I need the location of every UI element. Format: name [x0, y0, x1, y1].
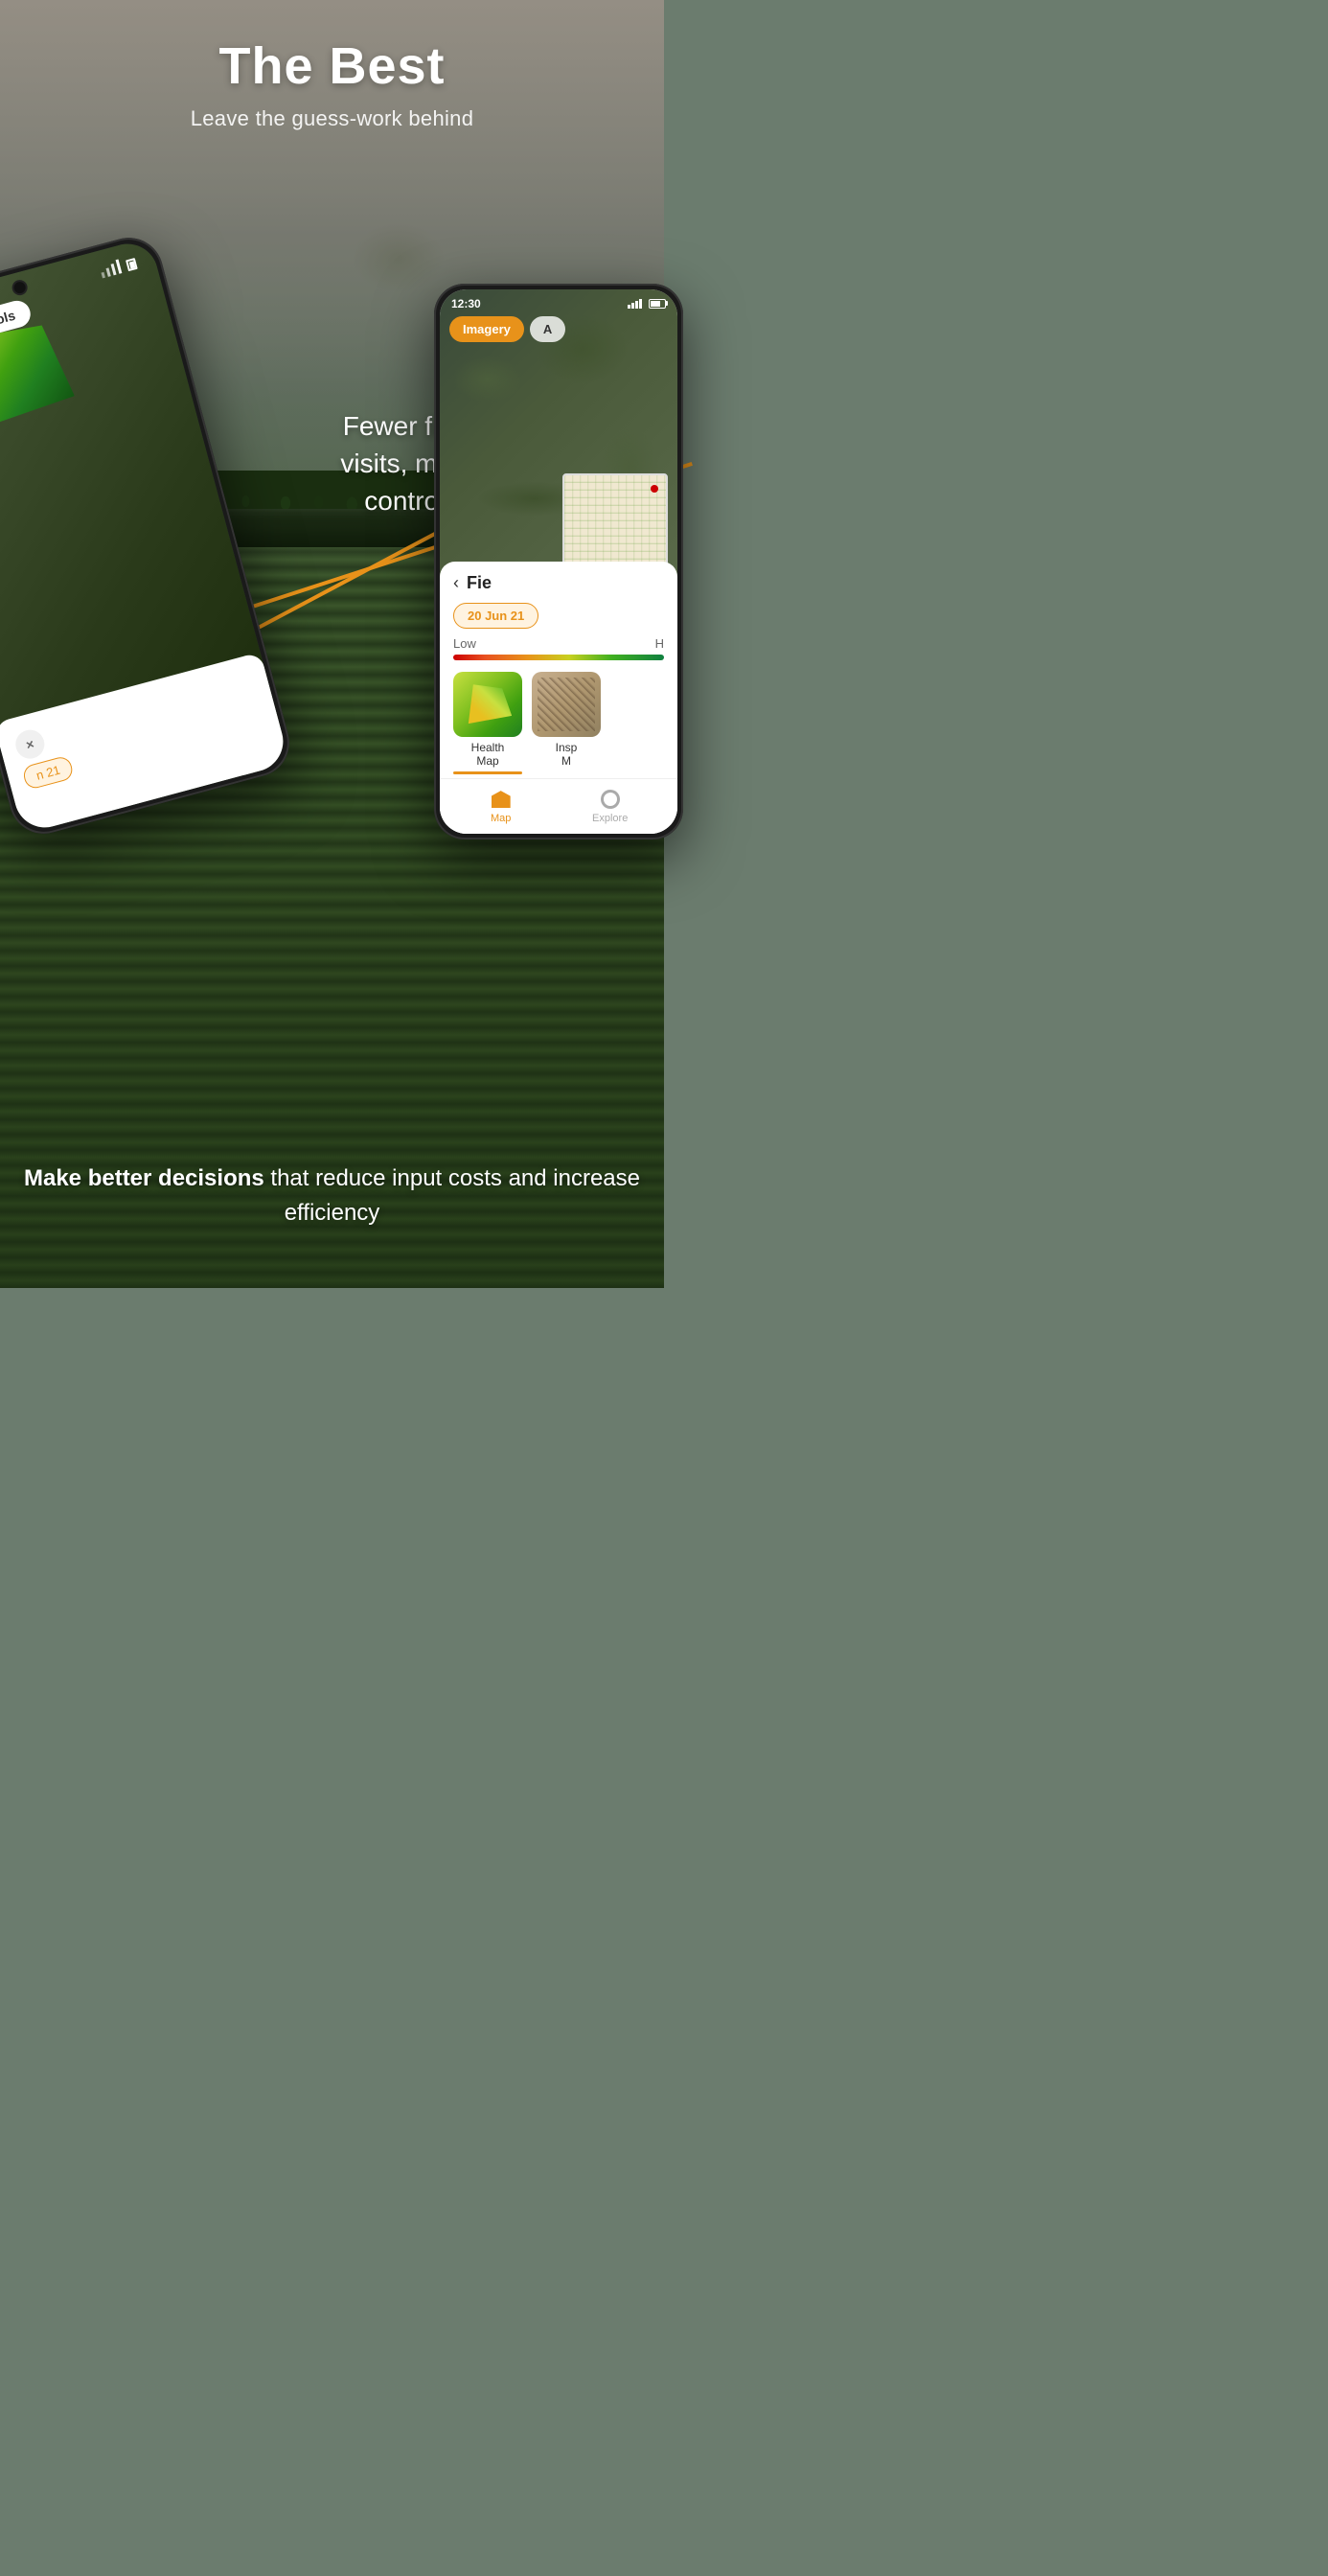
date-text-small: n 21 [34, 762, 61, 782]
high-label: H [655, 636, 664, 651]
main-title: The Best [0, 38, 664, 95]
second-tab-label: A [543, 322, 552, 336]
bottom-text-section: Make better decisions that reduce input … [19, 1162, 645, 1230]
status-bar: 12:30 [451, 297, 666, 310]
right-phone: 12:30 [434, 284, 683, 840]
date-badge: 20 Jun 21 [453, 603, 538, 629]
nav-map-label: Map [491, 813, 511, 824]
right-phone-nav: Map Explore [440, 778, 677, 834]
nav-explore[interactable]: Explore [592, 788, 628, 824]
insp-map-item[interactable]: InspM [532, 672, 601, 768]
health-map-item[interactable]: HealthMap [453, 672, 522, 768]
scale-labels: Low H [453, 636, 664, 651]
header-section: The Best Leave the guess-work behind [0, 0, 664, 131]
bar-4 [639, 299, 642, 309]
nav-map[interactable]: Map [490, 788, 513, 824]
status-time: 12:30 [451, 297, 481, 310]
insp-map-label: InspM [556, 741, 578, 768]
bar-3 [635, 301, 638, 309]
date-badge-small: n 21 [21, 754, 75, 790]
thumbnails-row: HealthMap InspM [453, 672, 664, 768]
map-thumb-dot [651, 485, 658, 493]
map-thumbnail [562, 473, 668, 569]
battery-fill [651, 301, 660, 307]
right-phone-frame: 12:30 [434, 284, 683, 840]
signal-icon [628, 299, 643, 309]
health-map-label: HealthMap [471, 741, 505, 768]
back-arrow-icon[interactable]: ‹ [453, 573, 459, 593]
map-nav-icon [490, 788, 513, 811]
close-button[interactable]: × [12, 726, 48, 762]
panel-title: Fie [467, 573, 492, 593]
low-label: Low [453, 636, 476, 651]
bottom-text: Make better decisions that reduce input … [19, 1162, 645, 1230]
subtitle: Leave the guess-work behind [0, 106, 664, 131]
close-icon: × [24, 736, 35, 753]
right-phone-screen: 12:30 [440, 289, 677, 834]
map-icon-shape [492, 791, 511, 808]
imagery-tab[interactable]: Imagery [449, 316, 524, 342]
bottom-normal: that reduce input costs and increase eff… [264, 1165, 640, 1226]
second-tab[interactable]: A [530, 316, 565, 342]
active-indicator [453, 771, 522, 774]
panel-header: ‹ Fie [453, 573, 664, 593]
explore-nav-icon [599, 788, 622, 811]
right-phone-tabs: Imagery A [449, 316, 565, 342]
battery-icon [649, 299, 666, 309]
battery-cap [666, 301, 668, 306]
tools-tab-label: Tools [0, 307, 17, 331]
bar-1 [628, 305, 630, 309]
status-icons [628, 299, 666, 309]
right-phone-map: 12:30 [440, 289, 677, 588]
health-gradient-bar [453, 655, 664, 660]
health-map-thumbnail [453, 672, 522, 737]
imagery-tab-label: Imagery [463, 322, 511, 336]
insp-map-thumbnail [532, 672, 601, 737]
bottom-bold: Make better decisions [24, 1165, 264, 1191]
nav-explore-label: Explore [592, 813, 628, 824]
bar-2 [631, 303, 634, 309]
explore-icon-shape [601, 790, 620, 809]
